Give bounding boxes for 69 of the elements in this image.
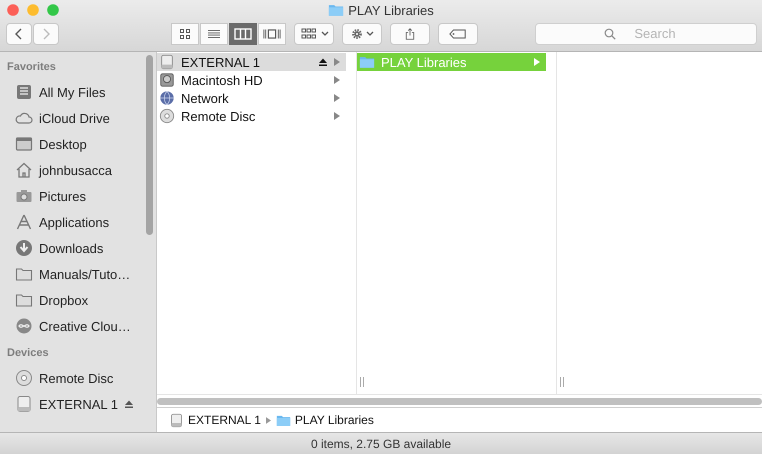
tag-button[interactable] [438, 22, 478, 44]
disclosure-arrow-icon [334, 112, 340, 120]
file-tray-icon [15, 83, 33, 101]
columns-icon [234, 28, 252, 40]
view-mode-button[interactable] [171, 22, 199, 44]
action-button[interactable] [342, 22, 382, 44]
drive-icon [15, 395, 33, 413]
folder-icon [328, 2, 344, 18]
scrollbar-thumb[interactable] [157, 398, 762, 404]
back-button[interactable] [6, 22, 32, 44]
search-icon [604, 28, 616, 40]
file-row[interactable]: EXTERNAL 1 [157, 53, 346, 71]
folder-icon [359, 54, 375, 70]
sidebar-item[interactable]: Creative Clou… [0, 313, 156, 339]
arrange-button[interactable] [294, 22, 334, 44]
sidebar-item[interactable]: Downloads [0, 235, 156, 261]
cover-flow-icon [263, 28, 281, 40]
sidebar-item[interactable]: Applications [0, 209, 156, 235]
monitor-icon [15, 135, 33, 153]
disclosure-arrow-icon [334, 58, 340, 66]
search-field[interactable]: Search [535, 22, 757, 44]
camera-icon [15, 187, 33, 205]
disclosure-arrow-icon [334, 76, 340, 84]
sidebar-item[interactable]: Desktop [0, 131, 156, 157]
gear-icon [350, 28, 362, 40]
disclosure-arrow-icon [534, 58, 540, 66]
sidebar-item[interactable]: Manuals/Tuto… [0, 261, 156, 287]
grid-icon [179, 28, 191, 40]
window-title: PLAY Libraries [348, 2, 434, 18]
path-separator-icon [266, 416, 271, 424]
tag-icon [449, 28, 467, 40]
status-text: 0 items, 2.75 GB available [0, 432, 762, 454]
sidebar-item[interactable]: Pictures [0, 183, 156, 209]
caret-icon [366, 30, 374, 36]
sidebar-item[interactable]: Remote Disc [0, 365, 156, 391]
resize-handle-icon[interactable] [360, 377, 364, 387]
sidebar-item[interactable]: johnbusacca [0, 157, 156, 183]
sidebar-heading: Favorites [6, 61, 57, 75]
view-mode-button[interactable] [258, 22, 286, 44]
download-icon [15, 239, 33, 257]
caret-icon [320, 30, 328, 36]
eject-icon[interactable] [318, 57, 328, 67]
disc-icon [159, 108, 175, 124]
path-item[interactable]: PLAY Libraries [276, 412, 374, 428]
grid-icon [300, 28, 318, 40]
scrollbar-thumb[interactable] [146, 55, 153, 235]
compass-ruler-icon [15, 213, 33, 231]
view-mode-button[interactable] [229, 22, 257, 44]
sidebar-item[interactable]: All My Files [0, 79, 156, 105]
view-mode-button[interactable] [200, 22, 228, 44]
share-button[interactable] [390, 22, 430, 44]
globe-icon [159, 90, 175, 106]
list-icon [208, 28, 220, 40]
sidebar-item[interactable]: EXTERNAL 1 [0, 391, 156, 417]
resize-handle-icon[interactable] [560, 377, 564, 387]
file-row[interactable]: Remote Disc [157, 107, 346, 125]
infinity-circle-icon [15, 317, 33, 335]
file-row[interactable]: Macintosh HD [157, 71, 346, 89]
sidebar-item[interactable]: Dropbox [0, 287, 156, 313]
path-item[interactable]: EXTERNAL 1 [169, 412, 261, 428]
disc-icon [15, 369, 33, 387]
file-row[interactable]: Network [157, 89, 346, 107]
disclosure-arrow-icon [334, 94, 340, 102]
sidebar-item[interactable]: iCloud Drive [0, 105, 156, 131]
sidebar-heading: Devices [6, 347, 50, 361]
house-icon [15, 161, 33, 179]
drive-icon [159, 54, 175, 70]
share-icon [404, 28, 416, 40]
drive-icon [169, 412, 184, 428]
